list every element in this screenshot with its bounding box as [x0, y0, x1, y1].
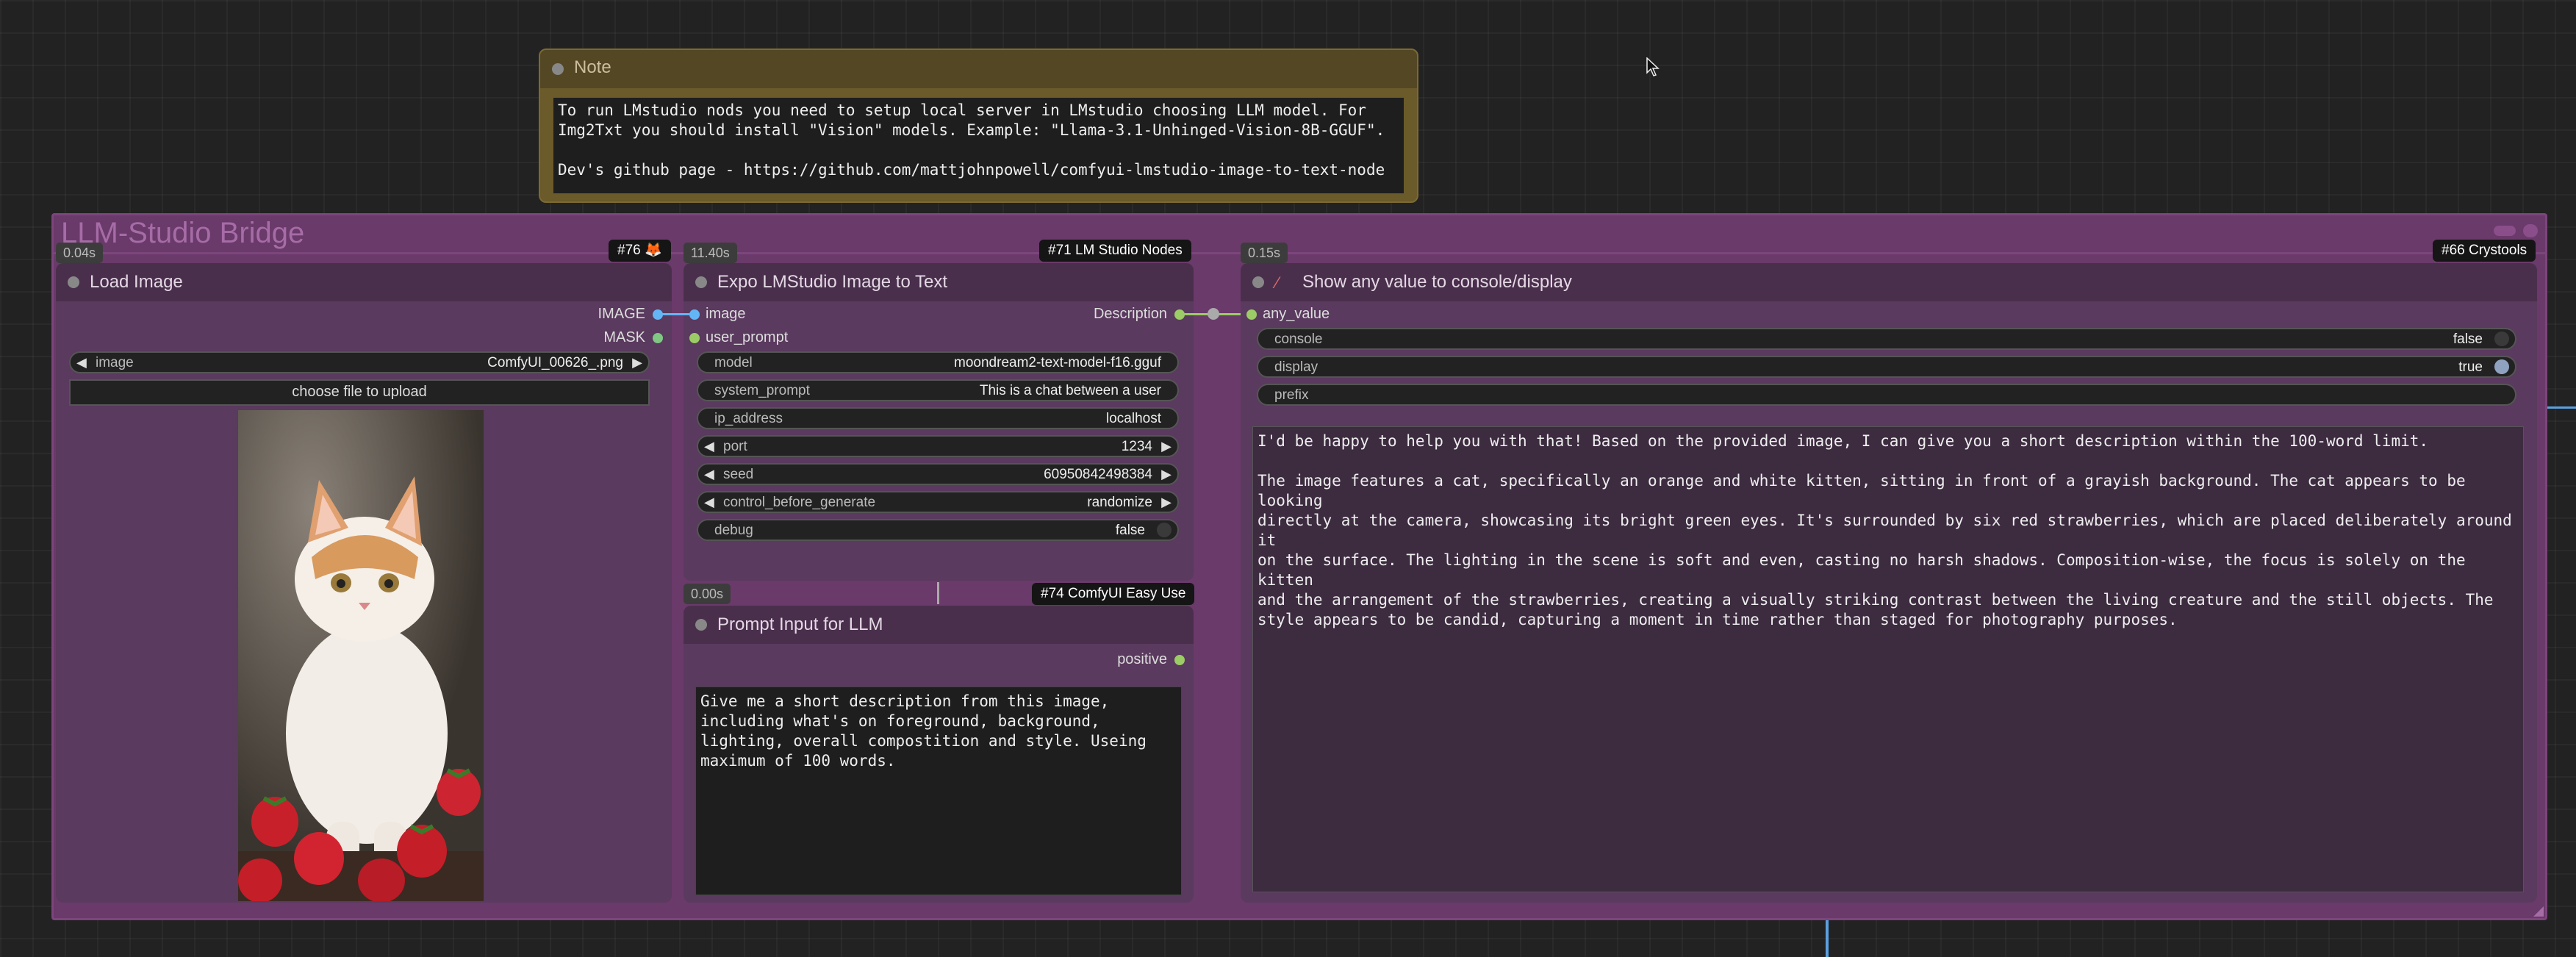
load-image-node[interactable]: Load Image IMAGE MASK ◀ image ComfyUI_00… — [56, 263, 672, 903]
output-description-label: Description — [1093, 306, 1167, 322]
image-widget-label: image — [96, 355, 134, 370]
show-any-time-badge: 0.15s — [1241, 243, 1288, 263]
arrow-right-icon[interactable]: ▶ — [1161, 495, 1172, 510]
load-image-title: Load Image — [90, 272, 183, 292]
console-label: console — [1274, 331, 1323, 347]
collapse-dot-icon[interactable] — [695, 619, 707, 631]
port-widget[interactable]: ◀ port 1234 ▶ — [697, 435, 1179, 457]
collapse-dot-icon[interactable] — [68, 276, 79, 288]
input-user-prompt-slot[interactable] — [689, 333, 700, 343]
toggle-on-icon[interactable] — [2494, 359, 2509, 374]
preview-image — [238, 410, 484, 901]
collapse-dot-icon[interactable] — [552, 63, 564, 75]
output-mask-slot[interactable] — [653, 333, 663, 343]
prompt-title-bar[interactable]: Prompt Input for LLM — [684, 606, 1194, 644]
upload-button[interactable]: choose file to upload — [69, 379, 650, 406]
seed-label: seed — [723, 467, 754, 482]
prompt-progress-marker — [937, 582, 939, 604]
console-value: false — [2453, 331, 2483, 347]
ip-address-label: ip_address — [714, 411, 783, 426]
image-widget-value: ComfyUI_00626_.png — [487, 355, 623, 370]
wrench-icon: ⁄ — [1276, 273, 1279, 292]
ip-address-value: localhost — [1106, 411, 1161, 426]
note-node[interactable]: Note To run LMstudio nods you need to se… — [539, 49, 1418, 203]
debug-toggle[interactable]: debug false — [697, 519, 1179, 541]
prompt-time-badge: 0.00s — [684, 584, 731, 604]
prefix-label: prefix — [1274, 387, 1309, 403]
arrow-right-icon[interactable]: ▶ — [1161, 467, 1172, 482]
input-any-value-slot[interactable] — [1246, 309, 1257, 320]
display-toggle[interactable]: display true — [1257, 356, 2516, 378]
expo-title-bar[interactable]: Expo LMStudio Image to Text — [684, 263, 1194, 301]
collapse-dot-icon[interactable] — [1252, 276, 1264, 288]
expo-lmstudio-node[interactable]: Expo LMStudio Image to Text image user_p… — [684, 263, 1194, 581]
control-value: randomize — [1087, 495, 1152, 510]
output-positive-slot[interactable] — [1174, 655, 1185, 665]
port-label: port — [723, 439, 747, 454]
arrow-left-icon[interactable]: ◀ — [76, 355, 87, 370]
input-image-label: image — [706, 306, 746, 322]
prompt-input-node[interactable]: Prompt Input for LLM positive Give me a … — [684, 606, 1194, 903]
console-toggle[interactable]: console false — [1257, 328, 2516, 350]
model-widget[interactable]: model moondream2-text-model-f16.gguf — [697, 351, 1179, 373]
arrow-left-icon[interactable]: ◀ — [704, 495, 714, 510]
arrow-right-icon[interactable]: ▶ — [1161, 439, 1172, 454]
input-any-value-label: any_value — [1263, 306, 1330, 322]
debug-value: false — [1115, 523, 1145, 538]
kitten-image-illustration — [238, 410, 484, 901]
system-prompt-label: system_prompt — [714, 383, 810, 398]
control-label: control_before_generate — [723, 495, 876, 510]
toggle-off-icon[interactable] — [1157, 523, 1172, 537]
system-prompt-value: This is a chat between a user — [979, 383, 1161, 398]
arrow-left-icon[interactable]: ◀ — [704, 467, 714, 482]
output-image-label: IMAGE — [598, 306, 645, 322]
model-value: moondream2-text-model-f16.gguf — [954, 355, 1161, 370]
model-label: model — [714, 355, 753, 370]
prefix-input[interactable]: prefix — [1257, 384, 2516, 406]
expo-id-badge: #71 LM Studio Nodes — [1039, 240, 1191, 262]
debug-label: debug — [714, 523, 753, 538]
arrow-left-icon[interactable]: ◀ — [704, 439, 714, 454]
prompt-id-badge: #74 ComfyUI Easy Use — [1032, 583, 1195, 605]
show-any-id-badge: #66 Crystools — [2433, 240, 2536, 262]
prompt-title: Prompt Input for LLM — [717, 614, 883, 634]
output-textarea[interactable]: I'd be happy to help you with that! Base… — [1252, 426, 2524, 892]
load-image-time-badge: 0.04s — [56, 243, 104, 263]
seed-value: 60950842498384 — [1044, 467, 1152, 482]
image-select-widget[interactable]: ◀ image ComfyUI_00626_.png ▶ — [69, 351, 650, 373]
show-any-node[interactable]: ⁄ Show any value to console/display any_… — [1241, 263, 2537, 903]
ip-address-widget[interactable]: ip_address localhost — [697, 407, 1179, 429]
group-resize-handle-icon[interactable] — [2533, 906, 2544, 917]
expo-time-badge: 11.40s — [684, 243, 737, 263]
display-value: true — [2458, 359, 2483, 375]
group-pin-icon[interactable] — [2523, 224, 2538, 237]
load-image-id-badge: #76 🦊 — [609, 240, 671, 262]
output-positive-label: positive — [1117, 651, 1167, 667]
mouse-cursor-icon — [1646, 57, 1660, 76]
note-title-bar[interactable]: Note — [540, 50, 1417, 88]
expo-title: Expo LMStudio Image to Text — [717, 272, 948, 292]
reroute-dot[interactable] — [1208, 308, 1219, 320]
note-text[interactable]: To run LMstudio nods you need to setup l… — [553, 98, 1404, 193]
note-title: Note — [574, 57, 611, 77]
control-before-generate-widget[interactable]: ◀ control_before_generate randomize ▶ — [697, 491, 1179, 513]
input-user-prompt-label: user_prompt — [706, 329, 789, 345]
system-prompt-widget[interactable]: system_prompt This is a chat between a u… — [697, 379, 1179, 401]
seed-widget[interactable]: ◀ seed 60950842498384 ▶ — [697, 463, 1179, 485]
collapse-dot-icon[interactable] — [695, 276, 707, 288]
load-image-title-bar[interactable]: Load Image — [56, 263, 672, 301]
link-image-wire — [660, 313, 694, 315]
show-any-title-bar[interactable]: ⁄ Show any value to console/display — [1241, 263, 2537, 301]
show-any-title: Show any value to console/display — [1302, 272, 1572, 292]
port-value: 1234 — [1121, 439, 1152, 454]
display-label: display — [1274, 359, 1319, 375]
toggle-off-icon[interactable] — [2494, 331, 2509, 346]
group-title-divider — [54, 252, 2545, 254]
arrow-right-icon[interactable]: ▶ — [632, 355, 642, 370]
output-mask-label: MASK — [603, 329, 645, 345]
group-options-icon[interactable] — [2494, 226, 2516, 236]
prompt-textarea[interactable]: Give me a short description from this im… — [695, 687, 1182, 895]
